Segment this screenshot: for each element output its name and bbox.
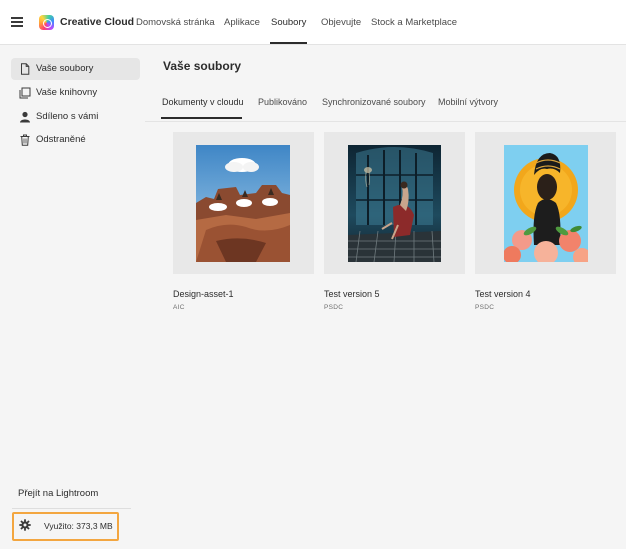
portrait-flowers-thumbnail	[504, 145, 588, 262]
sidebar-item-label: Odstraněné	[36, 134, 86, 145]
sidebar-item-your-files[interactable]: Vaše soubory	[11, 58, 140, 80]
go-to-lightroom-link[interactable]: Přejít na Lightroom	[18, 488, 98, 499]
tab-cloud-documents[interactable]: Dokumenty v cloudu	[162, 97, 244, 107]
tab-mobile-creations[interactable]: Mobilní výtvory	[438, 97, 498, 107]
top-bar: Creative Cloud Domovská stránka Aplikace…	[0, 0, 626, 45]
file-name: Design-asset-1	[173, 289, 234, 299]
sidebar-item-deleted[interactable]: Odstraněné	[11, 129, 140, 151]
gear-icon	[19, 519, 31, 531]
file-tabs: Dokumenty v cloudu Publikováno Synchroni…	[145, 97, 626, 121]
underwater-room-thumbnail	[348, 145, 441, 262]
sidebar-item-label: Vaše soubory	[36, 63, 94, 74]
sidebar-item-label: Sdíleno s vámi	[36, 111, 99, 122]
file-card-test-version-5[interactable]: Test version 5 PSDC	[324, 132, 465, 311]
tab-active-indicator	[161, 117, 242, 119]
tab-published[interactable]: Publikováno	[258, 97, 307, 107]
desert-rock-thumbnail	[196, 145, 290, 262]
sidebar-item-label: Vaše knihovny	[36, 87, 98, 98]
tabs-divider	[145, 121, 626, 122]
file-type: PSDC	[475, 304, 495, 311]
sidebar-item-shared-with-you[interactable]: Sdíleno s vámi	[11, 106, 140, 128]
file-card-test-version-4[interactable]: Test version 4 PSDC	[475, 132, 616, 311]
main-content: Vaše soubory Dokumenty v cloudu Publikov…	[145, 45, 626, 549]
file-thumbnail-frame	[475, 132, 616, 274]
hamburger-menu-icon[interactable]	[11, 17, 23, 27]
sidebar-divider	[12, 508, 131, 509]
page-title: Vaše soubory	[163, 59, 242, 73]
app-brand: Creative Cloud	[60, 16, 135, 28]
document-icon	[21, 63, 30, 75]
library-icon	[19, 87, 31, 99]
file-type: PSDC	[324, 304, 344, 311]
storage-usage-label: Využito: 373,3 MB	[44, 521, 113, 531]
file-card-design-asset-1[interactable]: Design-asset-1 AIC	[173, 132, 314, 311]
nav-discover[interactable]: Objevujte	[321, 17, 361, 28]
nav-home[interactable]: Domovská stránka	[136, 17, 215, 28]
file-thumbnail-frame	[324, 132, 465, 274]
nav-apps[interactable]: Aplikace	[224, 17, 260, 28]
trash-icon	[20, 134, 30, 146]
sidebar: Vaše soubory Vaše knihovny Sdíleno s vám…	[0, 45, 145, 549]
nav-active-indicator	[270, 42, 307, 44]
file-type: AIC	[173, 304, 185, 311]
file-name: Test version 4	[475, 289, 531, 299]
storage-usage[interactable]: Využito: 373,3 MB	[12, 512, 119, 541]
tab-synced-files[interactable]: Synchronizované soubory	[322, 97, 426, 107]
file-name: Test version 5	[324, 289, 380, 299]
nav-stock-marketplace[interactable]: Stock a Marketplace	[371, 17, 457, 28]
sidebar-item-libraries[interactable]: Vaše knihovny	[11, 82, 140, 104]
nav-files[interactable]: Soubory	[271, 17, 306, 28]
person-icon	[20, 111, 30, 123]
file-thumbnail-frame	[173, 132, 314, 274]
creative-cloud-logo-icon	[39, 15, 54, 30]
